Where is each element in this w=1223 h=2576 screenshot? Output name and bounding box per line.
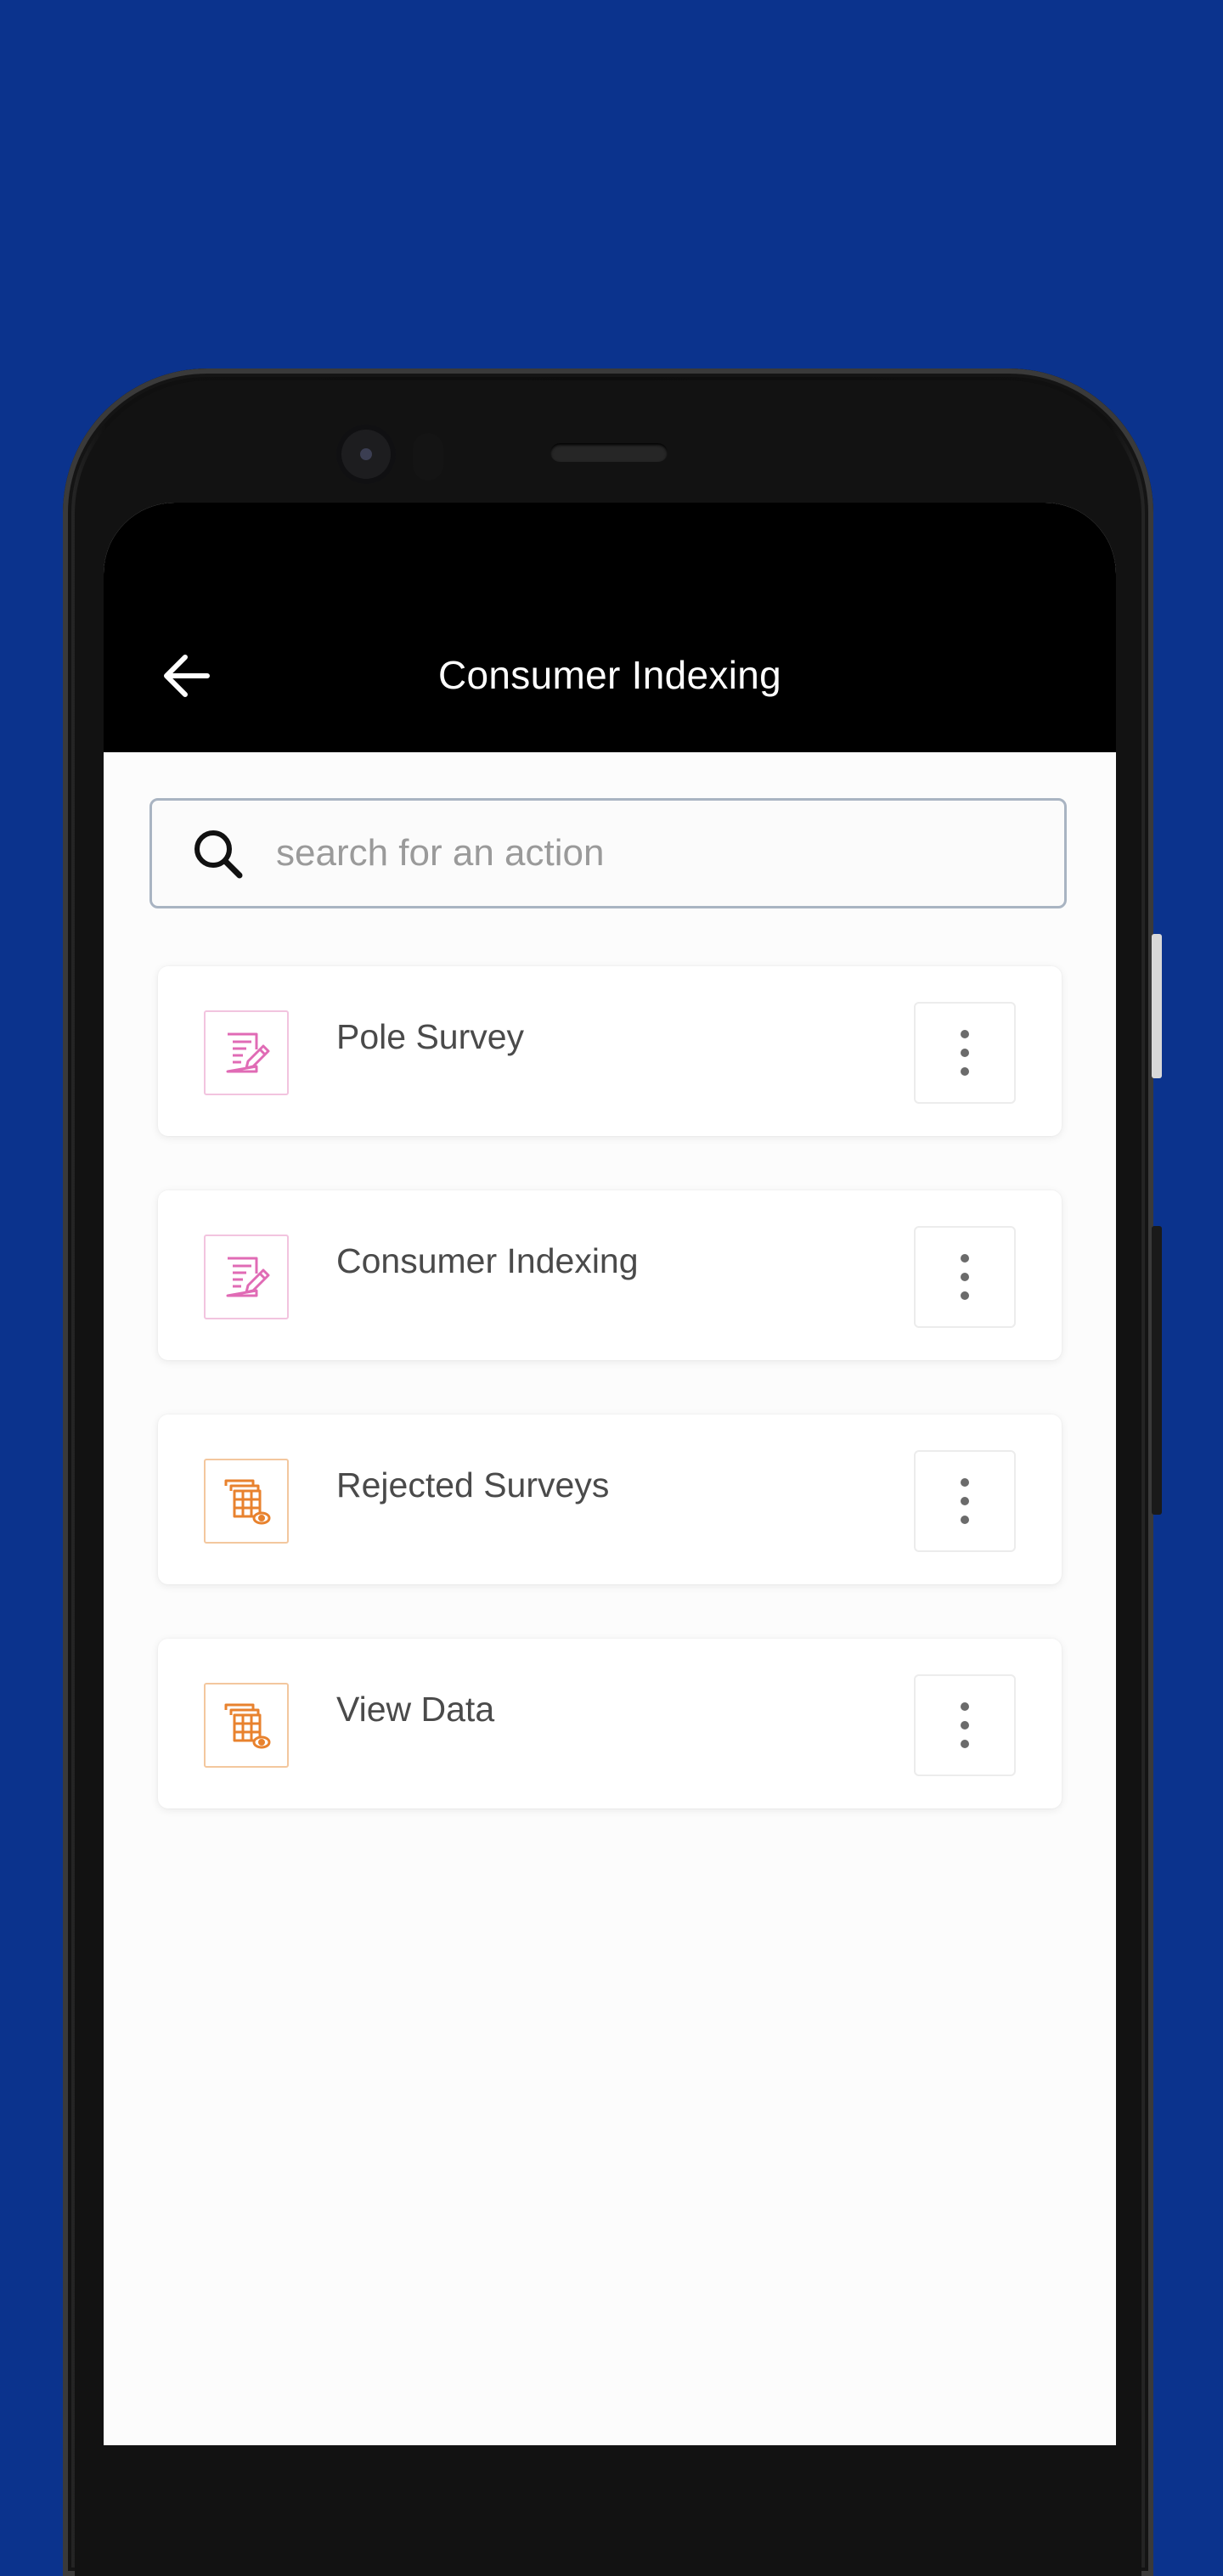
more-options-button[interactable] <box>914 1226 1016 1328</box>
front-camera <box>336 425 396 484</box>
search-icon <box>194 830 243 879</box>
more-vert-icon <box>961 1030 969 1076</box>
more-options-button[interactable] <box>914 1674 1016 1776</box>
proximity-sensor <box>413 433 443 481</box>
power-button <box>1152 934 1162 1078</box>
action-label: Pole Survey <box>336 1017 525 1056</box>
app-bar: Consumer Indexing <box>104 503 1116 752</box>
earpiece-speaker <box>550 443 668 462</box>
action-item-view-data[interactable]: View Data <box>158 1639 1062 1808</box>
action-label: View Data <box>336 1690 495 1729</box>
app-screen: Consumer Indexing Pole Survey <box>104 503 1116 2445</box>
more-vert-icon <box>961 1478 969 1524</box>
more-options-button[interactable] <box>914 1450 1016 1552</box>
volume-button <box>1152 1226 1162 1515</box>
action-item-consumer-indexing[interactable]: Consumer Indexing <box>158 1190 1062 1360</box>
more-vert-icon <box>961 1702 969 1748</box>
action-list: Pole Survey Consumer Indexing Rejected S… <box>158 966 1062 1863</box>
page-title: Consumer Indexing <box>438 653 781 697</box>
search-input[interactable] <box>276 801 1064 906</box>
action-item-rejected-surveys[interactable]: Rejected Surveys <box>158 1415 1062 1584</box>
action-label: Rejected Surveys <box>336 1465 610 1505</box>
table-view-icon <box>204 1683 289 1768</box>
table-view-icon <box>204 1459 289 1544</box>
more-vert-icon <box>961 1254 969 1300</box>
search-bar[interactable] <box>149 798 1067 908</box>
form-edit-icon <box>204 1235 289 1319</box>
form-edit-icon <box>204 1010 289 1095</box>
more-options-button[interactable] <box>914 1002 1016 1104</box>
action-item-pole-survey[interactable]: Pole Survey <box>158 966 1062 1136</box>
action-label: Consumer Indexing <box>336 1241 639 1280</box>
